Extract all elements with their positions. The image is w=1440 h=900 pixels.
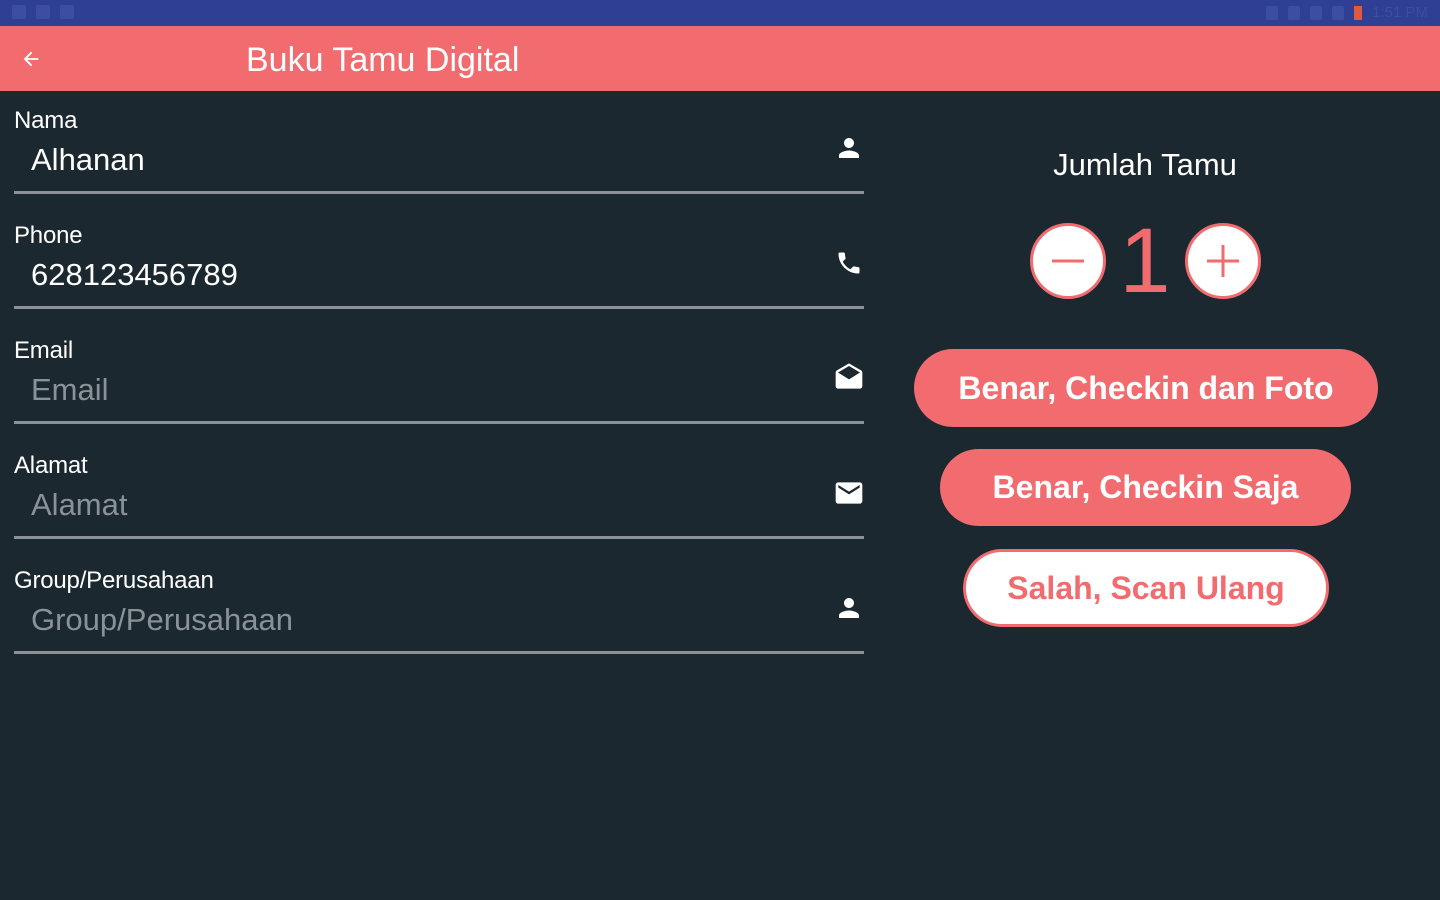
notification-icons (12, 5, 74, 19)
open-envelope-icon (832, 361, 866, 395)
person-icon (832, 591, 866, 625)
checkin-photo-button[interactable]: Benar, Checkin dan Foto (914, 349, 1378, 427)
phone-icon (832, 246, 866, 280)
arrow-left-icon (23, 51, 39, 67)
address-input[interactable] (31, 486, 811, 524)
phone-input[interactable] (31, 256, 811, 294)
plus-icon (1207, 245, 1239, 277)
wifi-icon (1310, 6, 1323, 20)
company-field: Group/Perusahaan (14, 551, 864, 666)
company-input[interactable] (31, 601, 811, 639)
signal-icon (1332, 6, 1345, 20)
minus-icon (1052, 259, 1084, 263)
notification-icon (12, 5, 26, 19)
address-label: Alamat (14, 452, 88, 479)
email-underline (14, 421, 864, 424)
guest-count-label: Jumlah Tamu (1053, 147, 1237, 182)
email-field: Email (14, 321, 864, 436)
address-field: Alamat (14, 436, 864, 551)
name-label: Nama (14, 107, 78, 134)
name-field: Nama (14, 91, 864, 206)
phone-underline (14, 306, 864, 309)
envelope-icon (832, 476, 866, 510)
phone-label: Phone (14, 222, 83, 249)
company-label: Group/Perusahaan (14, 567, 214, 594)
person-icon (832, 131, 866, 165)
decrement-button[interactable] (1030, 223, 1106, 299)
email-label: Email (14, 337, 74, 364)
company-underline (14, 651, 864, 654)
name-underline (14, 191, 864, 194)
play-icon (60, 5, 74, 19)
rescan-button[interactable]: Salah, Scan Ulang (963, 549, 1329, 627)
battery-icon (1354, 6, 1363, 20)
status-time: 1:51 PM (1372, 4, 1428, 21)
email-input[interactable] (31, 371, 811, 409)
location-icon (1266, 6, 1279, 20)
system-icons: 1:51 PM (1266, 4, 1428, 22)
checkin-panel: Jumlah Tamu 1 Benar, Checkin dan Foto Be… (900, 91, 1390, 651)
increment-button[interactable] (1185, 223, 1261, 299)
app-bar: Buku Tamu Digital (0, 26, 1440, 91)
name-input[interactable] (31, 141, 811, 179)
bluetooth-icon (1288, 6, 1301, 20)
checkin-only-button[interactable]: Benar, Checkin Saja (940, 449, 1351, 526)
page-title: Buku Tamu Digital (246, 41, 520, 79)
status-bar: 1:51 PM (0, 0, 1440, 26)
back-button[interactable] (12, 40, 50, 78)
phone-field: Phone (14, 206, 864, 321)
guest-count: 1 (1119, 210, 1171, 312)
play-icon (36, 5, 50, 19)
address-underline (14, 536, 864, 539)
